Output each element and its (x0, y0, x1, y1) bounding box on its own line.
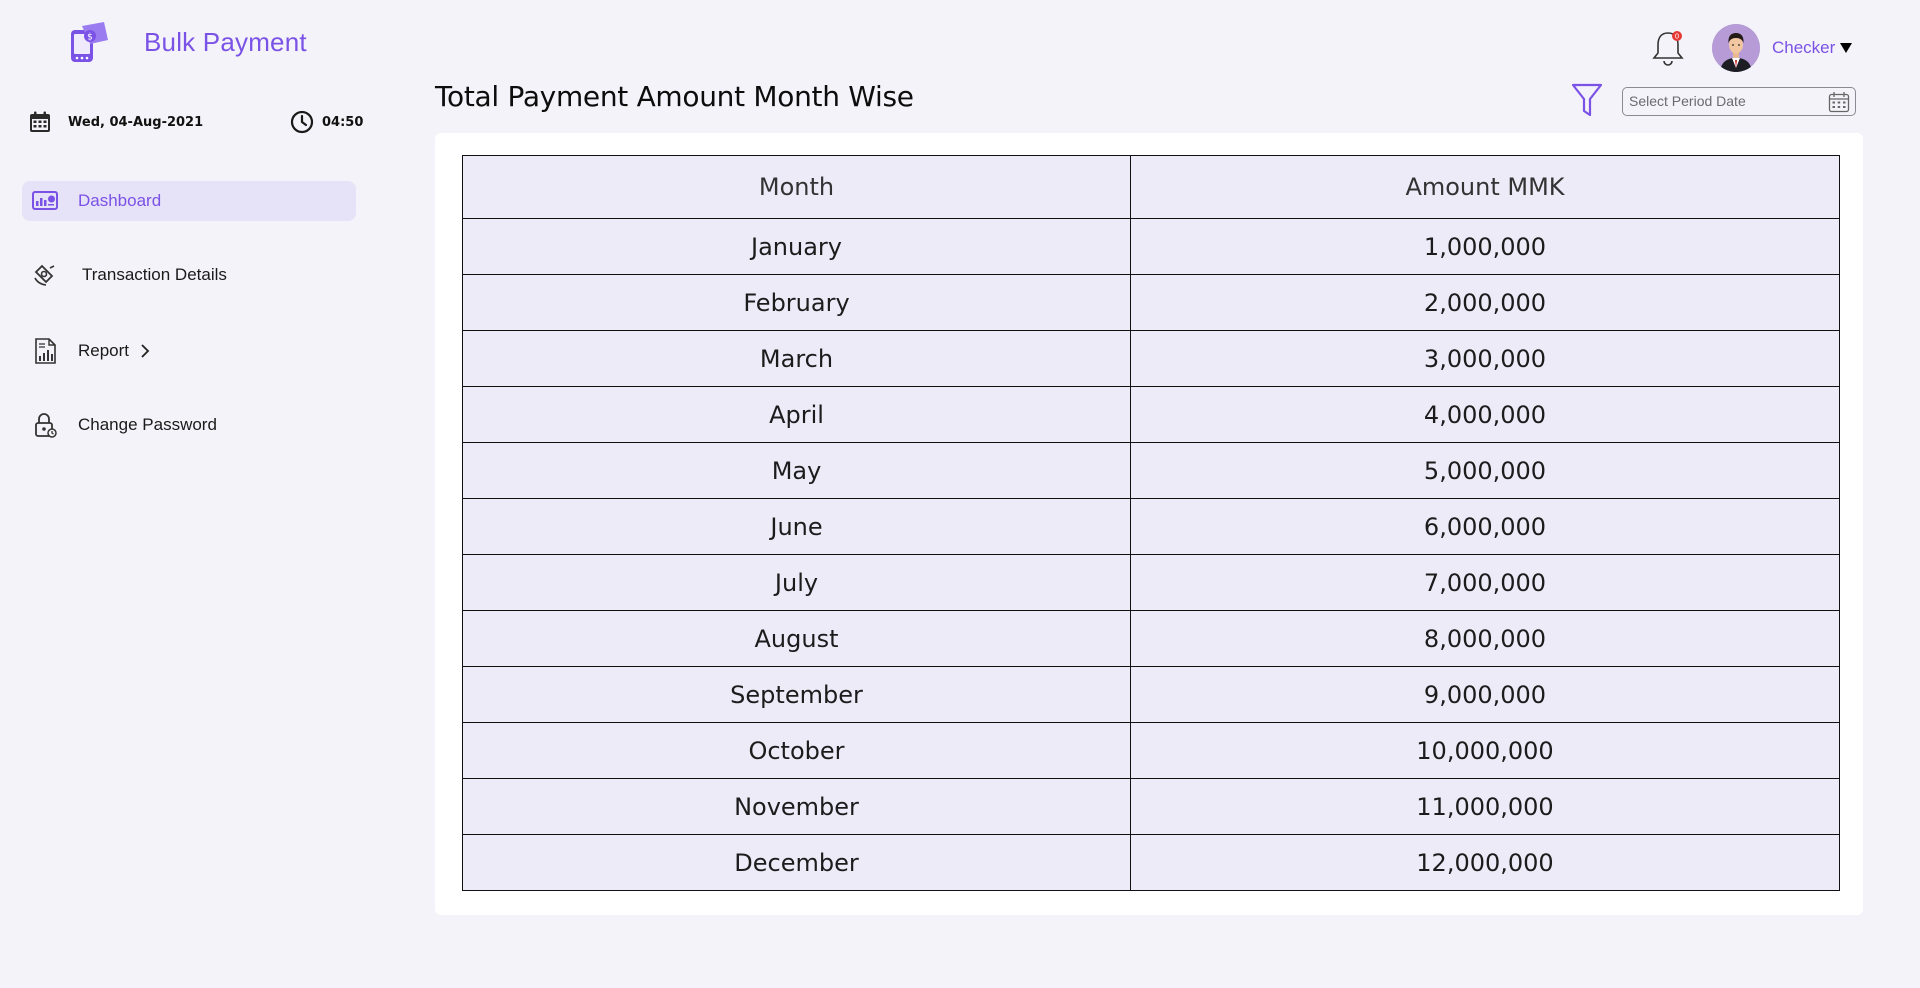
svg-text:$: $ (87, 33, 93, 43)
notification-count-badge: 0 (1675, 33, 1679, 41)
month-cell: October (462, 722, 1131, 779)
report-icon (35, 338, 56, 364)
amount-cell: 2,000,000 (1130, 274, 1840, 331)
calendar-icon (30, 111, 50, 132)
amount-cell: 11,000,000 (1130, 778, 1840, 835)
amount-cell: 4,000,000 (1130, 386, 1840, 443)
clock-icon (290, 110, 314, 134)
month-cell: January (462, 218, 1131, 275)
sidebar-item-label: Change Password (78, 415, 217, 434)
lock-icon (35, 413, 57, 438)
table-row: November 11,000,000 (462, 778, 1840, 835)
sidebar: $ Bulk Payment Wed, 04-Aug-2021 04:50 Da… (0, 0, 400, 988)
table-row: August 8,000,000 (462, 610, 1840, 667)
amount-cell: 7,000,000 (1130, 554, 1840, 611)
sidebar-item-change-password[interactable]: Change Password (22, 405, 356, 445)
caret-down-icon (1840, 43, 1853, 53)
user-name: Checker (1772, 38, 1836, 57)
sidebar-item-transaction-details[interactable]: Transaction Details (22, 255, 356, 295)
table-row: December 12,000,000 (462, 834, 1840, 891)
notification-bell-icon[interactable]: 0 (1650, 28, 1686, 68)
amount-cell: 5,000,000 (1130, 442, 1840, 499)
month-cell: July (462, 554, 1131, 611)
wallet-phone-logo-icon: $ (71, 22, 108, 62)
amount-cell: 6,000,000 (1130, 498, 1840, 555)
amount-cell: 10,000,000 (1130, 722, 1840, 779)
table-row: June 6,000,000 (462, 498, 1840, 555)
sidebar-item-label: Dashboard (78, 191, 162, 210)
table-row: May 5,000,000 (462, 442, 1840, 499)
datetime-bar: Wed, 04-Aug-2021 04:50 (28, 110, 368, 138)
month-cell: April (462, 386, 1131, 443)
calendar-picker-icon[interactable] (1828, 91, 1850, 113)
table-row: October 10,000,000 (462, 722, 1840, 779)
sidebar-item-label: Report (78, 341, 130, 360)
amount-cell: 8,000,000 (1130, 610, 1840, 667)
page-title: Total Payment Amount Month Wise (435, 80, 914, 113)
amount-cell: 3,000,000 (1130, 330, 1840, 387)
user-avatar-icon (1712, 24, 1760, 72)
period-date-picker (1622, 87, 1856, 116)
monthly-payment-table: Month Amount MMK January 1,000,000 Februa… (462, 155, 1840, 891)
table-row: January 1,000,000 (462, 218, 1840, 275)
column-header-month: Month (462, 155, 1131, 219)
month-cell: September (462, 666, 1131, 723)
month-cell: December (462, 834, 1131, 891)
current-time: 04:50 (322, 114, 364, 130)
table-row: September 9,000,000 (462, 666, 1840, 723)
sidebar-item-label: Transaction Details (82, 265, 227, 284)
transaction-icon (34, 264, 55, 286)
month-cell: November (462, 778, 1131, 835)
time-display: 04:50 (290, 110, 363, 134)
current-date: Wed, 04-Aug-2021 (68, 114, 204, 130)
report-card: Month Amount MMK January 1,000,000 Februa… (435, 133, 1863, 915)
avatar[interactable] (1712, 24, 1760, 72)
chevron-right-icon (141, 344, 150, 358)
date-display: Wed, 04-Aug-2021 (28, 110, 203, 134)
dashboard-icon (32, 191, 58, 210)
month-cell: May (462, 442, 1131, 499)
sidebar-item-dashboard[interactable]: Dashboard (22, 181, 356, 221)
table-row: February 2,000,000 (462, 274, 1840, 331)
app-title: Bulk Payment (144, 26, 307, 57)
brand[interactable]: $ Bulk Payment (64, 18, 307, 66)
amount-cell: 12,000,000 (1130, 834, 1840, 891)
table-header-row: Month Amount MMK (462, 155, 1840, 219)
month-cell: March (462, 330, 1131, 387)
table-row: March 3,000,000 (462, 330, 1840, 387)
filter-icon[interactable] (1570, 82, 1604, 120)
period-date-input[interactable] (1623, 88, 1823, 114)
user-menu-dropdown[interactable]: Checker (1772, 38, 1853, 58)
sidebar-item-report[interactable]: Report (22, 331, 356, 371)
amount-cell: 9,000,000 (1130, 666, 1840, 723)
month-cell: June (462, 498, 1131, 555)
month-cell: August (462, 610, 1131, 667)
table-row: July 7,000,000 (462, 554, 1840, 611)
month-cell: February (462, 274, 1131, 331)
column-header-amount: Amount MMK (1130, 155, 1840, 219)
table-row: April 4,000,000 (462, 386, 1840, 443)
amount-cell: 1,000,000 (1130, 218, 1840, 275)
